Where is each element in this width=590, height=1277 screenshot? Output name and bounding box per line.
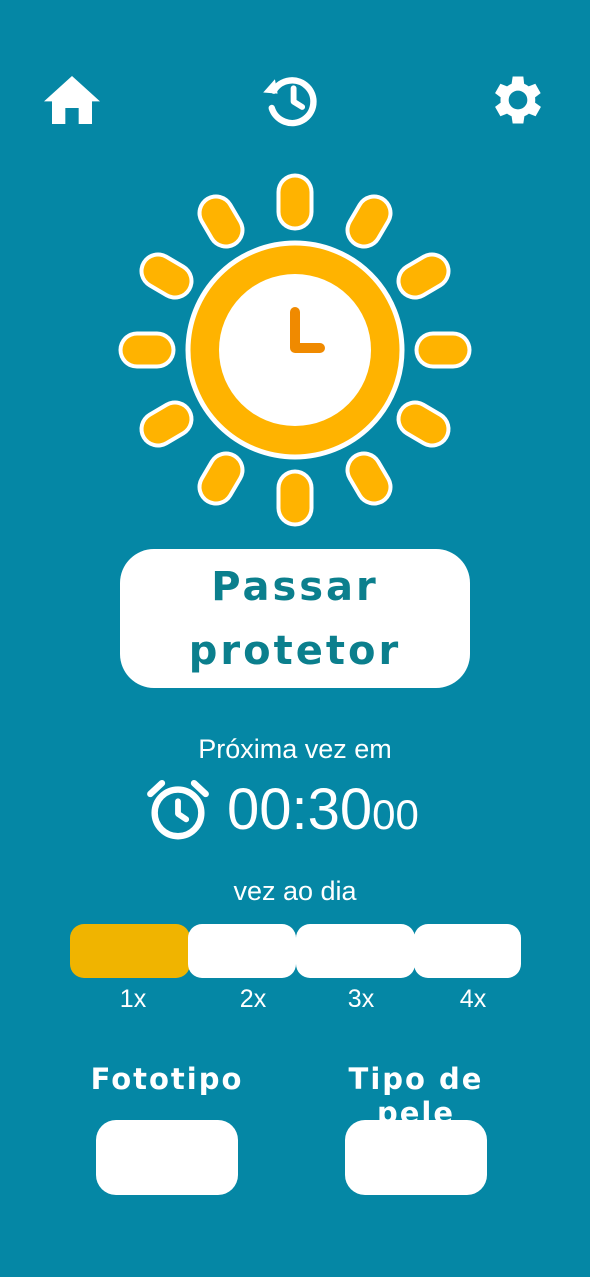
frequency-option-2x[interactable] [188,924,296,978]
history-icon[interactable] [260,68,324,132]
frequency-label: vez ao dia [233,876,357,906]
countdown-timer: 00:30 00 [143,772,419,847]
alarm-clock-icon [147,779,209,839]
home-icon[interactable] [40,68,104,132]
apply-sunscreen-button[interactable]: Passar protetor [120,549,470,688]
frequency-label-3x: 3x [347,985,375,1013]
frequency-option-4x[interactable] [414,924,521,978]
frequency-label-4x: 4x [459,985,487,1013]
timer-fraction: 00 [372,790,419,838]
frequency-option-1x[interactable] [70,924,190,978]
frequency-option-3x[interactable] [296,924,415,978]
apply-sunscreen-label: Passar protetor [188,563,402,674]
timer-minutes-seconds: 00:30 [227,776,373,842]
frequency-label-2x: 2x [239,985,267,1013]
phototype-label: Fototipo [90,1062,244,1096]
gear-icon[interactable] [486,68,550,132]
sun-clock-illustration [115,170,475,530]
phototype-field[interactable] [96,1120,238,1195]
next-time-label: Próxima vez em [198,734,392,764]
skin-type-field[interactable] [345,1120,487,1195]
frequency-label-1x: 1x [119,985,147,1013]
